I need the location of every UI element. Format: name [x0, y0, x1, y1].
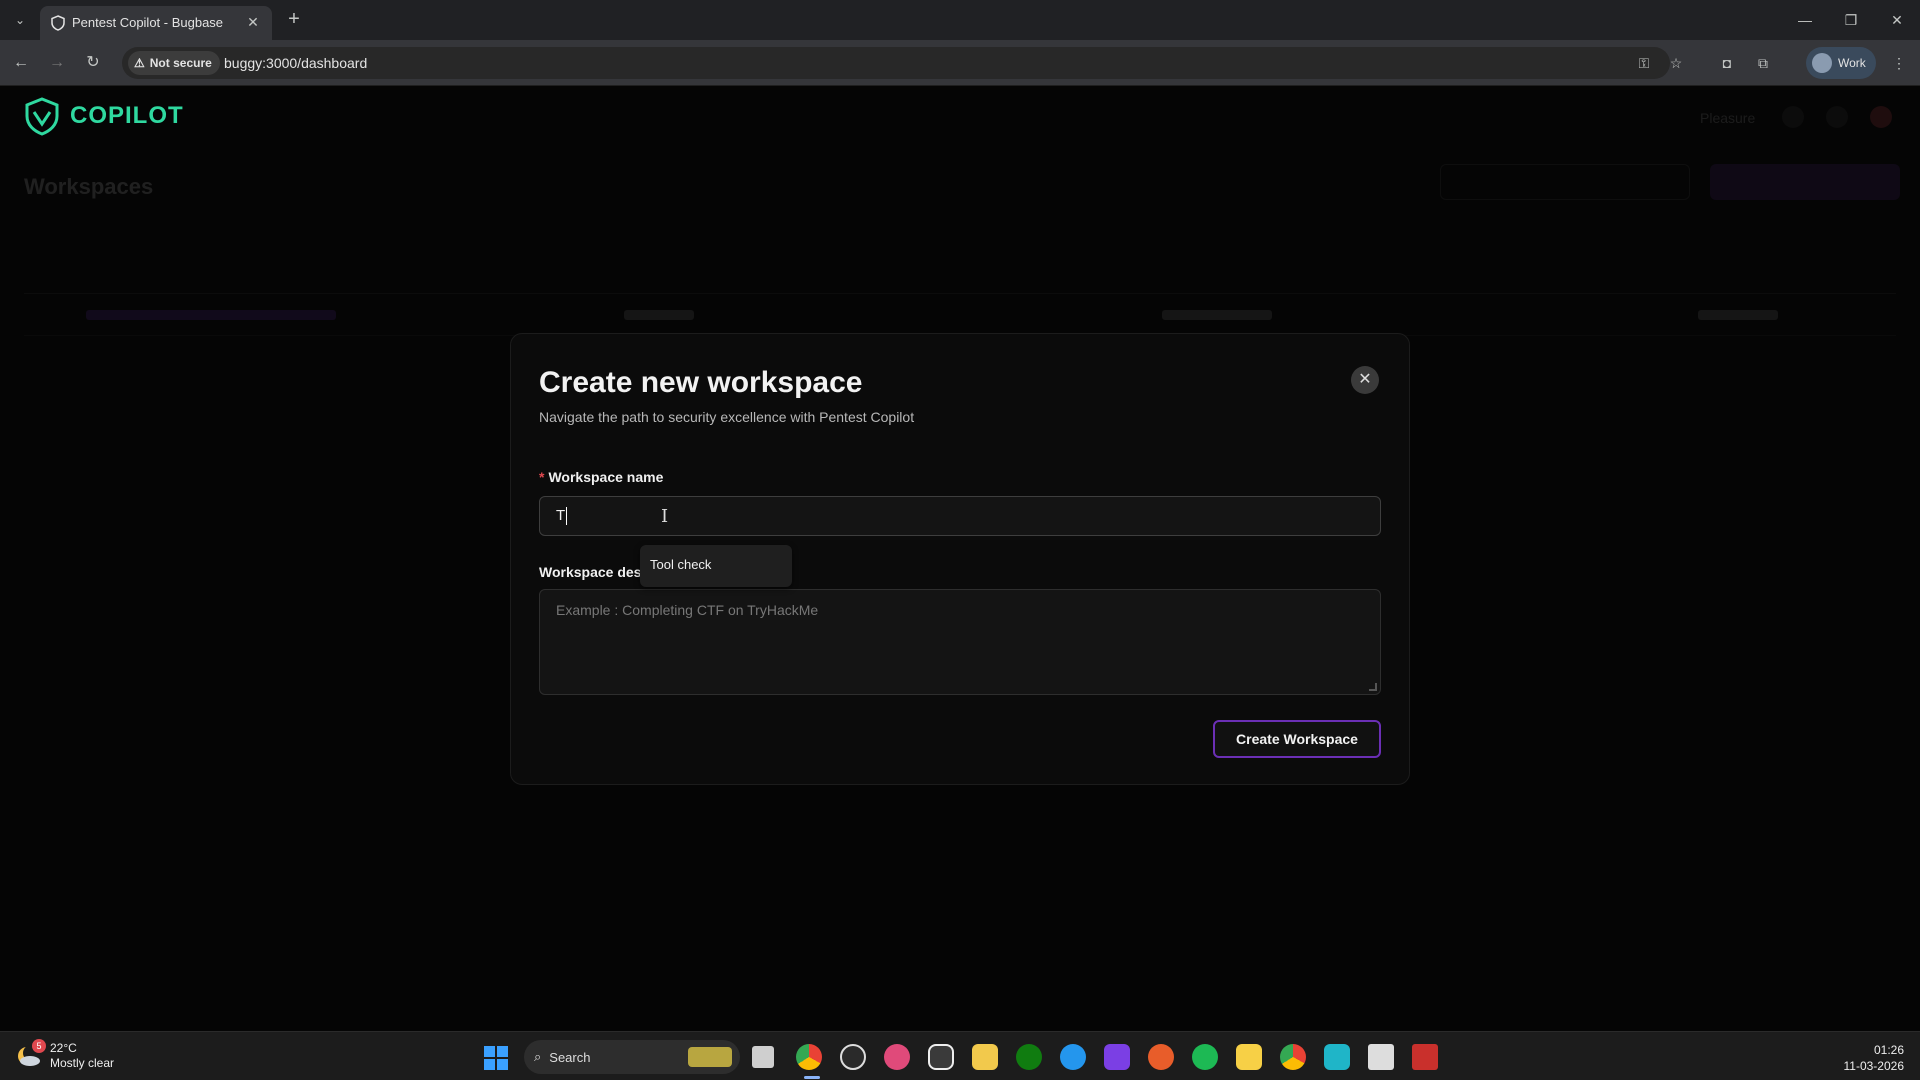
shield-favicon-icon: [51, 15, 65, 31]
restore-button[interactable]: ❐: [1836, 8, 1866, 32]
header-icon-1[interactable]: [1782, 106, 1804, 128]
required-mark: *: [539, 469, 545, 485]
obs-icon[interactable]: [840, 1044, 866, 1070]
password-key-icon[interactable]: ⚿: [1634, 53, 1654, 73]
slack-icon[interactable]: [884, 1044, 910, 1070]
profile-label: Work: [1838, 56, 1866, 70]
tab-close-icon[interactable]: ✕: [244, 13, 262, 31]
workspace-name-value: T: [556, 507, 566, 524]
app-logo[interactable]: COPILOT: [22, 96, 184, 136]
warning-icon: ⚠: [134, 56, 145, 70]
chrome-profile-icon[interactable]: [1280, 1044, 1306, 1070]
header-user-text[interactable]: Pleasure: [1700, 110, 1755, 126]
browser-menu-icon[interactable]: ⋮: [1888, 52, 1910, 74]
windows-taskbar: 5 22°C Mostly clear ⌕ Search 01:26 11-03…: [0, 1031, 1920, 1080]
table-row[interactable]: [24, 296, 1896, 336]
create-workspace-header-button[interactable]: [1710, 164, 1900, 200]
row-date: [1698, 310, 1778, 320]
clock-time: 01:26: [1873, 1043, 1904, 1057]
workspace-description-label: Workspace des: [539, 564, 642, 580]
new-tab-button[interactable]: +: [282, 8, 306, 32]
chrome-active-indicator: [804, 1076, 820, 1079]
search-highlight-image: [688, 1047, 732, 1067]
spotify-icon[interactable]: [1192, 1044, 1218, 1070]
weather-condition: Mostly clear: [50, 1056, 115, 1070]
notion-icon[interactable]: [1368, 1044, 1394, 1070]
workspace-search-input[interactable]: [1440, 164, 1690, 200]
forward-icon[interactable]: →: [46, 52, 68, 74]
search-icon: ⌕: [534, 1049, 542, 1064]
app-page: COPILOT Pleasure Workspaces Create new w…: [0, 86, 1920, 1031]
create-workspace-modal: Create new workspace Navigate the path t…: [510, 333, 1410, 785]
tab-search-button[interactable]: ⌄: [10, 10, 30, 30]
clock-date: 11-03-2026: [1843, 1059, 1905, 1073]
header-icon-2[interactable]: [1826, 106, 1848, 128]
copilot-shield-icon: [25, 97, 59, 136]
url-text[interactable]: buggy:3000/dashboard: [224, 55, 367, 71]
weather-widget[interactable]: 5 22°C Mostly clear: [16, 1039, 114, 1071]
text-caret: [566, 507, 568, 526]
row-cell: [624, 310, 694, 320]
profile-button[interactable]: Work: [1806, 47, 1876, 79]
proton-icon[interactable]: [1104, 1044, 1130, 1070]
security-chip[interactable]: ⚠ Not secure: [128, 51, 220, 75]
system-clock[interactable]: 01:26 11-03-2026: [1832, 1042, 1905, 1074]
task-view-icon[interactable]: [752, 1046, 774, 1068]
row-cell: [1162, 310, 1272, 320]
extensions-puzzle-icon[interactable]: ⧉: [1752, 52, 1774, 74]
temperature: 22°C: [50, 1041, 77, 1055]
browser-titlebar: ⌄ Pentest Copilot - Bugbase ✕ + — ❐ ✕: [0, 0, 1920, 40]
close-window-button[interactable]: ✕: [1882, 8, 1912, 32]
file-explorer-icon[interactable]: [972, 1044, 998, 1070]
chrome-icon[interactable]: [796, 1044, 822, 1070]
sticky-notes-icon[interactable]: [1236, 1044, 1262, 1070]
modal-title: Create new workspace: [539, 366, 863, 399]
workspace-description-input[interactable]: Example : Completing CTF on TryHackMe: [539, 589, 1381, 695]
taskbar-search-label: Search: [549, 1049, 591, 1065]
workspace-table-header: [24, 264, 1896, 294]
pocket-extension-icon[interactable]: ◘: [1716, 52, 1738, 74]
docker-icon[interactable]: [1060, 1044, 1086, 1070]
weather-badge: 5: [32, 1039, 46, 1053]
terminal-app-icon[interactable]: [928, 1044, 954, 1070]
modal-subtitle: Navigate the path to security excellence…: [539, 409, 915, 425]
page-title: Workspaces: [24, 174, 154, 199]
create-workspace-button[interactable]: Create Workspace: [1213, 720, 1381, 758]
profile-avatar: [1812, 53, 1832, 73]
taskbar-search[interactable]: ⌕ Search: [524, 1040, 740, 1074]
windows-start-icon[interactable]: [484, 1046, 508, 1070]
row-name: [86, 310, 336, 320]
weather-moon-icon: 5: [16, 1039, 46, 1069]
autocomplete-suggestion[interactable]: Tool check: [640, 545, 792, 587]
snipping-tool-icon[interactable]: [1412, 1044, 1438, 1070]
podcast-icon[interactable]: [1148, 1044, 1174, 1070]
back-icon[interactable]: ←: [10, 52, 32, 74]
xbox-icon[interactable]: [1016, 1044, 1042, 1070]
bookmark-star-icon[interactable]: ☆: [1666, 53, 1686, 73]
close-icon[interactable]: ✕: [1351, 366, 1379, 394]
tab-title: Pentest Copilot - Bugbase: [72, 15, 224, 30]
description-placeholder: Example : Completing CTF on TryHackMe: [556, 602, 819, 618]
text-cursor-icon: I: [661, 506, 669, 527]
resize-handle-icon[interactable]: [1369, 683, 1377, 691]
security-label: Not secure: [149, 56, 212, 70]
minimize-button[interactable]: —: [1790, 8, 1820, 32]
power-automate-icon[interactable]: [1324, 1044, 1350, 1070]
reload-icon[interactable]: ↻: [82, 52, 104, 74]
logo-text: COPILOT: [70, 102, 184, 129]
browser-toolbar: ← → ↻ ⚠ Not secure buggy:3000/dashboard …: [0, 40, 1920, 86]
weather-text: 22°C Mostly clear: [50, 1041, 114, 1071]
browser-tab-active[interactable]: Pentest Copilot - Bugbase ✕: [40, 6, 272, 40]
address-bar[interactable]: ⚠ Not secure buggy:3000/dashboard ⚿ ☆: [122, 47, 1682, 79]
workspace-name-label: * Workspace name: [539, 469, 663, 485]
header-avatar[interactable]: [1870, 106, 1892, 128]
workspace-name-label-text: Workspace name: [548, 469, 664, 485]
